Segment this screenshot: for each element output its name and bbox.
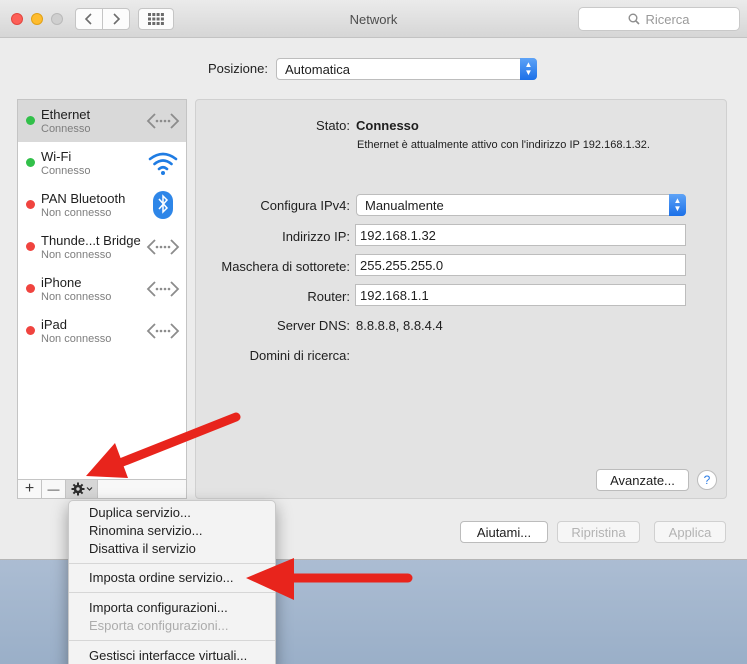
menu-item-manage-virtual-interfaces[interactable]: Gestisci interfacce virtuali...: [89, 648, 247, 663]
service-name: PAN Bluetooth: [41, 191, 126, 206]
ethernet-icon: [146, 113, 180, 129]
action-context-menu: Duplica servizio... Rinomina servizio...…: [68, 500, 276, 664]
service-name: iPhone: [41, 275, 82, 290]
status-dot: [26, 116, 35, 125]
action-menu-button[interactable]: [66, 480, 98, 498]
service-status: Non connesso: [41, 249, 112, 261]
menu-item-import-configurations[interactable]: Importa configurazioni...: [89, 600, 228, 615]
dns-value: 8.8.8.8, 8.8.4.4: [356, 318, 443, 333]
services-list: Ethernet Connesso Wi-Fi Connesso PAN Blu…: [17, 99, 187, 499]
search-domains-label: Domini di ricerca:: [249, 348, 350, 363]
menu-item-set-service-order[interactable]: Imposta ordine servizio...: [89, 570, 234, 585]
menu-item-rename-service[interactable]: Rinomina servizio...: [89, 523, 202, 538]
service-item-ipad[interactable]: iPad Non connesso: [18, 310, 186, 352]
wifi-icon: [148, 152, 178, 175]
service-item-wifi[interactable]: Wi-Fi Connesso: [18, 142, 186, 184]
remove-service-button[interactable]: —: [42, 480, 66, 498]
service-status: Non connesso: [41, 291, 112, 303]
service-item-iphone[interactable]: iPhone Non connesso: [18, 268, 186, 310]
ipv4-label: Configura IPv4:: [260, 198, 350, 213]
subnet-label: Maschera di sottorete:: [221, 259, 350, 274]
service-status: Non connesso: [41, 333, 112, 345]
router-field[interactable]: 192.168.1.1: [355, 284, 686, 306]
ip-address-field[interactable]: 192.168.1.32: [355, 224, 686, 246]
thunderbolt-bridge-icon: [146, 239, 180, 255]
menu-separator: [69, 640, 275, 641]
services-toolbar: + —: [17, 479, 187, 499]
popup-arrows-icon: ▲ ▼: [520, 58, 537, 80]
bluetooth-icon: [153, 191, 173, 219]
status-label: Stato:: [316, 118, 350, 133]
service-name: iPad: [41, 317, 68, 332]
network-preferences-window: Network Ricerca Posizione: Automatica ▲ ▼…: [0, 0, 747, 560]
revert-button[interactable]: Ripristina: [557, 521, 640, 543]
service-status: Non connesso: [41, 207, 112, 219]
popup-arrows-icon: ▲ ▼: [669, 194, 686, 216]
iphone-network-icon: [146, 281, 180, 297]
add-label: +: [24, 480, 35, 497]
location-popup[interactable]: Automatica ▲ ▼: [276, 58, 537, 80]
ip-label: Indirizzo IP:: [282, 229, 350, 244]
remove-label: —: [47, 482, 60, 496]
location-value: Automatica: [285, 62, 351, 77]
help-icon-button[interactable]: ?: [697, 470, 717, 490]
add-service-button[interactable]: +: [18, 480, 42, 498]
ipv4-popup[interactable]: Manualmente ▲ ▼: [356, 194, 686, 216]
subnet-mask-field[interactable]: 255.255.255.0: [355, 254, 686, 276]
ipad-network-icon: [146, 323, 180, 339]
service-item-thunderbolt-bridge[interactable]: Thunde...t Bridge Non connesso: [18, 226, 186, 268]
search-icon: [628, 13, 641, 25]
service-name: Thunde...t Bridge: [41, 233, 141, 248]
service-status: Connesso: [41, 165, 91, 177]
status-value: Connesso: [356, 118, 419, 133]
service-item-pan-bluetooth[interactable]: PAN Bluetooth Non connesso: [18, 184, 186, 226]
status-dot: [26, 200, 35, 209]
menu-separator: [69, 563, 275, 564]
status-dot: [26, 158, 35, 167]
dns-label: Server DNS:: [277, 318, 350, 333]
status-dot: [26, 284, 35, 293]
menu-item-export-configurations[interactable]: Esporta configurazioni...: [89, 618, 228, 633]
service-status: Connesso: [41, 123, 91, 135]
menu-item-disable-service[interactable]: Disattiva il servizio: [89, 541, 196, 556]
status-dot: [26, 242, 35, 251]
menu-separator: [69, 592, 275, 593]
ipv4-value: Manualmente: [365, 198, 444, 213]
gear-icon: [71, 482, 84, 496]
service-name: Wi-Fi: [41, 149, 72, 164]
advanced-button[interactable]: Avanzate...: [596, 469, 689, 491]
router-label: Router:: [307, 289, 350, 304]
service-name: Ethernet: [41, 107, 91, 122]
search-field[interactable]: Ricerca: [578, 7, 740, 31]
apply-button[interactable]: Applica: [654, 521, 726, 543]
service-item-ethernet[interactable]: Ethernet Connesso: [18, 100, 186, 142]
status-description: Ethernet è attualmente attivo con l'indi…: [357, 139, 650, 151]
titlebar: Network Ricerca: [0, 0, 747, 38]
status-dot: [26, 326, 35, 335]
assist-me-button[interactable]: Aiutami...: [460, 521, 548, 543]
chevron-down-icon: [86, 487, 92, 491]
search-placeholder: Ricerca: [645, 11, 690, 27]
menu-item-duplicate-service[interactable]: Duplica servizio...: [89, 505, 191, 520]
location-label: Posizione:: [208, 61, 268, 76]
